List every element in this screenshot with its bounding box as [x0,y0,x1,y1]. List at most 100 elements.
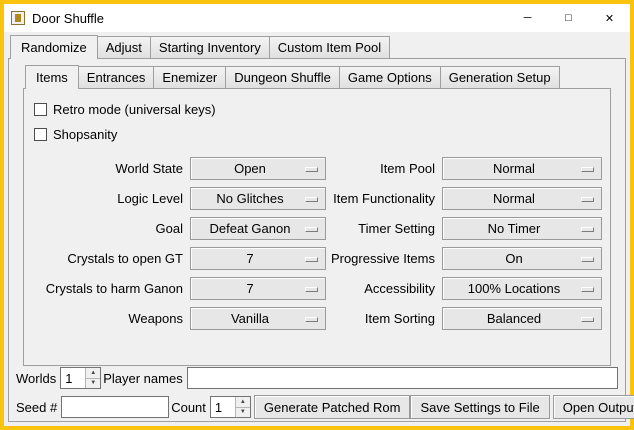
count-spinbox: ▲ ▼ [210,396,251,418]
logic-level-dropdown[interactable]: No Glitches [190,187,326,210]
weapons-label: Weapons [32,311,190,326]
options-column-right: Item Pool Normal Item Functionality Norm… [326,153,602,333]
options-grid: World State Open Logic Level No Glitches [32,153,602,333]
minimize-button[interactable]: ─ [507,4,548,32]
inner-notebook: Items Entrances Enemizer Dungeon Shuffle… [23,65,611,366]
dropdown-indicator-icon [581,227,594,232]
items-tab-pane: Retro mode (universal keys) Shopsanity W… [23,88,611,366]
logic-level-value: No Glitches [191,191,305,206]
count-spin-up-icon[interactable]: ▲ [236,397,250,407]
progressive-items-label: Progressive Items [326,251,442,266]
shopsanity-label: Shopsanity [53,127,117,142]
item-pool-value: Normal [443,161,581,176]
dropdown-indicator-icon [581,167,594,172]
dropdown-indicator-icon [581,317,594,322]
item-sorting-value: Balanced [443,311,581,326]
shopsanity-checkbox-box [34,128,47,141]
dropdown-indicator-icon [581,257,594,262]
tab-game-options[interactable]: Game Options [339,66,441,88]
outer-tab-strip: Randomize Adjust Starting Inventory Cust… [8,35,626,58]
tab-items[interactable]: Items [25,65,79,89]
close-icon: ✕ [605,12,614,25]
world-state-value: Open [191,161,305,176]
dropdown-indicator-icon [581,197,594,202]
crystals-harm-ganon-value: 7 [191,281,305,296]
weapons-dropdown[interactable]: Vanilla [190,307,326,330]
tab-enemizer[interactable]: Enemizer [153,66,226,88]
shopsanity-checkbox[interactable]: Shopsanity [32,122,602,147]
tab-generation-setup[interactable]: Generation Setup [440,66,560,88]
dropdown-indicator-icon [305,257,318,262]
accessibility-dropdown[interactable]: 100% Locations [442,277,602,300]
dropdown-indicator-icon [305,287,318,292]
timer-setting-label: Timer Setting [326,221,442,236]
tab-dungeon-shuffle[interactable]: Dungeon Shuffle [225,66,340,88]
tab-custom-item-pool[interactable]: Custom Item Pool [269,36,390,58]
accessibility-label: Accessibility [326,281,442,296]
minimize-icon: ─ [524,12,532,24]
player-names-label: Player names [101,371,186,386]
count-spin-buttons: ▲ ▼ [235,397,250,417]
worlds-spin-buttons: ▲ ▼ [85,368,100,388]
crystals-harm-ganon-dropdown[interactable]: 7 [190,277,326,300]
dropdown-indicator-icon [581,287,594,292]
options-column-left: World State Open Logic Level No Glitches [32,153,326,333]
player-names-input[interactable] [187,367,618,389]
item-sorting-dropdown[interactable]: Balanced [442,307,602,330]
worlds-input[interactable] [61,368,85,388]
item-sorting-label: Item Sorting [326,311,442,326]
retro-mode-label: Retro mode (universal keys) [53,102,216,117]
count-input[interactable] [211,397,235,417]
worlds-spinbox: ▲ ▼ [60,367,101,389]
dropdown-indicator-icon [305,227,318,232]
tab-starting-inventory[interactable]: Starting Inventory [150,36,270,58]
door-shuffle-window: Door Shuffle ─ □ ✕ Randomize Adjust Star… [0,0,634,430]
progressive-items-dropdown[interactable]: On [442,247,602,270]
item-functionality-dropdown[interactable]: Normal [442,187,602,210]
item-pool-label: Item Pool [326,161,442,176]
outer-notebook: Randomize Adjust Starting Inventory Cust… [8,35,626,422]
goal-dropdown[interactable]: Defeat Ganon [190,217,326,240]
window-title: Door Shuffle [32,11,104,26]
count-label: Count [169,400,210,415]
tab-entrances[interactable]: Entrances [78,66,155,88]
count-spin-down-icon[interactable]: ▼ [236,407,250,418]
dropdown-indicator-icon [305,317,318,322]
world-state-dropdown[interactable]: Open [190,157,326,180]
worlds-spin-up-icon[interactable]: ▲ [86,368,100,378]
save-settings-button[interactable]: Save Settings to File [410,395,549,419]
crystals-open-gt-label: Crystals to open GT [32,251,190,266]
seed-input[interactable] [61,396,169,418]
goal-value: Defeat Ganon [191,221,305,236]
crystals-harm-ganon-label: Crystals to harm Ganon [32,281,190,296]
randomize-tab-pane: Items Entrances Enemizer Dungeon Shuffle… [8,58,626,422]
dropdown-indicator-icon [305,197,318,202]
open-output-directory-button[interactable]: Open Output Directory [553,395,634,419]
item-pool-dropdown[interactable]: Normal [442,157,602,180]
world-state-label: World State [32,161,190,176]
item-functionality-label: Item Functionality [326,191,442,206]
caption-buttons: ─ □ ✕ [507,4,630,32]
item-functionality-value: Normal [443,191,581,206]
dropdown-indicator-icon [305,167,318,172]
maximize-button[interactable]: □ [548,4,589,32]
maximize-icon: □ [565,12,572,24]
weapons-value: Vanilla [191,311,305,326]
tab-adjust[interactable]: Adjust [97,36,151,58]
progressive-items-value: On [443,251,581,266]
crystals-open-gt-value: 7 [191,251,305,266]
close-button[interactable]: ✕ [589,4,630,32]
retro-mode-checkbox-box [34,103,47,116]
title-bar: Door Shuffle ─ □ ✕ [4,4,630,32]
accessibility-value: 100% Locations [443,281,581,296]
bottom-controls: Worlds ▲ ▼ Player names Seed # Count [14,366,620,419]
timer-setting-value: No Timer [443,221,581,236]
worlds-spin-down-icon[interactable]: ▼ [86,378,100,389]
crystals-open-gt-dropdown[interactable]: 7 [190,247,326,270]
timer-setting-dropdown[interactable]: No Timer [442,217,602,240]
generate-patched-rom-button[interactable]: Generate Patched Rom [254,395,411,419]
tab-randomize[interactable]: Randomize [10,35,98,59]
logic-level-label: Logic Level [32,191,190,206]
retro-mode-checkbox[interactable]: Retro mode (universal keys) [32,97,602,122]
seed-label: Seed # [14,400,61,415]
